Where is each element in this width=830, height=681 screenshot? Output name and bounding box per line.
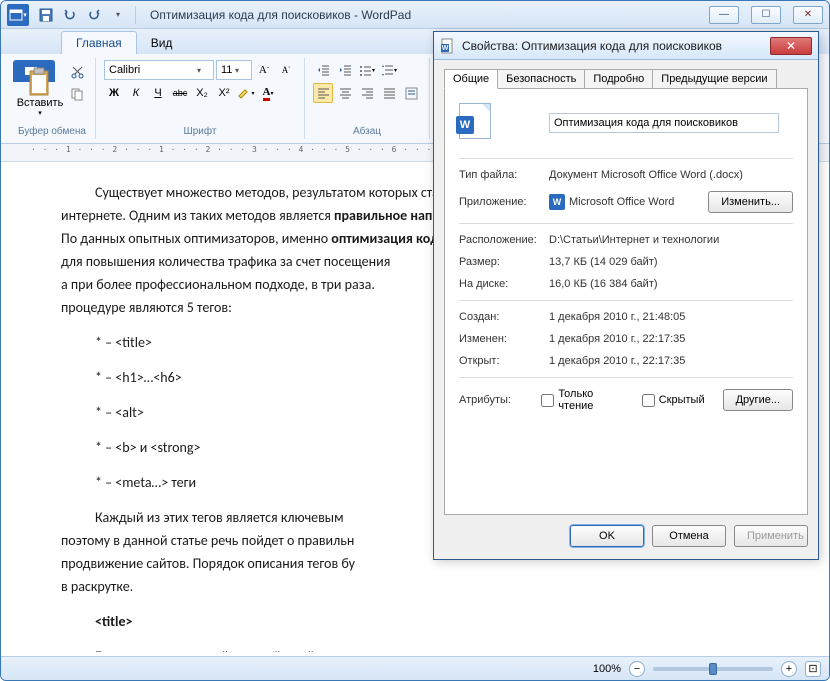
justify-icon	[383, 87, 396, 100]
indent-left-icon	[317, 64, 330, 77]
change-app-button[interactable]: Изменить...	[708, 191, 793, 213]
maximize-button[interactable]: ☐	[751, 6, 781, 24]
font-size-combo[interactable]: 11▾	[216, 60, 252, 80]
dialog-tabs: Общие Безопасность Подробно Предыдущие в…	[434, 60, 818, 88]
zoom-in-button[interactable]: +	[781, 661, 797, 677]
italic-button[interactable]: К	[126, 83, 146, 103]
cut-button[interactable]	[67, 62, 87, 82]
cancel-button[interactable]: Отмена	[652, 525, 726, 547]
readonly-checkbox[interactable]: Только чтение	[541, 388, 623, 412]
paragraph-icon	[405, 87, 418, 100]
bullets-button[interactable]: ▾	[357, 60, 377, 80]
bold-button[interactable]: Ж	[104, 83, 124, 103]
quick-access-toolbar: ▾ ▾	[7, 4, 129, 26]
dialog-body: W Тип файла:Документ Microsoft Office Wo…	[444, 88, 808, 515]
other-attrs-button[interactable]: Другие...	[723, 389, 793, 411]
align-center-icon	[339, 87, 352, 100]
font-name-combo[interactable]: Calibri▾	[104, 60, 214, 80]
titlebar: ▾ ▾ Оптимизация кода для поисковиков - W…	[1, 1, 829, 29]
copy-icon	[71, 88, 84, 101]
copy-button[interactable]	[67, 84, 87, 104]
superscript-button[interactable]: X²	[214, 83, 234, 103]
paragraph-dialog-button[interactable]	[401, 83, 421, 103]
dialog-tab-previous[interactable]: Предыдущие версии	[652, 69, 776, 89]
svg-text:W: W	[442, 45, 449, 52]
statusbar: 100% − + ⊡	[1, 656, 829, 680]
paste-button[interactable]: Вставить ▾	[17, 60, 63, 124]
save-icon[interactable]	[35, 4, 57, 26]
highlighter-icon	[237, 86, 251, 100]
dialog-titlebar[interactable]: W Свойства: Оптимизация кода для поисков…	[434, 32, 818, 60]
grow-font-button[interactable]: Aˆ	[254, 60, 274, 80]
window-title: Оптимизация кода для поисковиков - WordP…	[150, 8, 411, 22]
apply-button[interactable]: Применить	[734, 525, 808, 547]
group-font: Calibri▾ 11▾ Aˆ Aˇ Ж К Ч abc X₂ X² ▾ A▾ …	[96, 58, 305, 139]
zoom-fit-button[interactable]: ⊡	[805, 661, 821, 677]
line-spacing-icon	[381, 64, 394, 77]
doc-heading: <title>	[61, 611, 769, 632]
justify-button[interactable]	[379, 83, 399, 103]
font-color-button[interactable]: A▾	[258, 83, 278, 103]
document-icon: W	[440, 38, 456, 54]
scissors-icon	[71, 66, 84, 79]
redo-icon[interactable]	[83, 4, 105, 26]
separator	[135, 6, 136, 24]
undo-icon[interactable]	[59, 4, 81, 26]
dialog-tab-security[interactable]: Безопасность	[497, 69, 585, 89]
zoom-label: 100%	[593, 663, 621, 675]
tab-view[interactable]: Вид	[137, 32, 187, 54]
properties-dialog: W Свойства: Оптимизация кода для поисков…	[433, 31, 819, 560]
file-type-icon: W	[459, 103, 491, 139]
window-controls: — ☐ ✕	[709, 6, 823, 24]
align-right-button[interactable]	[357, 83, 377, 103]
increase-indent-button[interactable]	[335, 60, 355, 80]
underline-button[interactable]: Ч	[148, 83, 168, 103]
subscript-button[interactable]: X₂	[192, 83, 212, 103]
doc-p: в раскрутке.	[61, 576, 769, 597]
align-center-button[interactable]	[335, 83, 355, 103]
align-right-icon	[361, 87, 374, 100]
minimize-button[interactable]: —	[709, 6, 739, 24]
qat-dropdown-icon[interactable]: ▾	[107, 4, 129, 26]
word-app-icon: W	[549, 194, 565, 210]
zoom-slider[interactable]	[653, 667, 773, 671]
dialog-close-button[interactable]: ✕	[770, 37, 812, 55]
line-spacing-button[interactable]: ▾	[379, 60, 399, 80]
dialog-tab-details[interactable]: Подробно	[584, 69, 653, 89]
shrink-font-button[interactable]: Aˇ	[276, 60, 296, 80]
align-left-icon	[317, 87, 330, 100]
indent-right-icon	[339, 64, 352, 77]
group-clipboard: Вставить ▾ Буфер обмена	[9, 58, 96, 139]
ok-button[interactable]: OK	[570, 525, 644, 547]
hidden-checkbox[interactable]: Скрытый	[642, 394, 705, 407]
tab-home[interactable]: Главная	[61, 31, 137, 54]
dialog-tab-general[interactable]: Общие	[444, 69, 498, 89]
wordpad-window: ▾ ▾ Оптимизация кода для поисковиков - W…	[0, 0, 830, 681]
decrease-indent-button[interactable]	[313, 60, 333, 80]
close-button[interactable]: ✕	[793, 6, 823, 24]
strike-button[interactable]: abc	[170, 83, 190, 103]
file-menu-button[interactable]: ▾	[7, 4, 29, 26]
list-icon	[359, 64, 372, 77]
zoom-out-button[interactable]: −	[629, 661, 645, 677]
highlight-button[interactable]: ▾	[236, 83, 256, 103]
dialog-title: Свойства: Оптимизация кода для поисковик…	[462, 39, 722, 53]
dialog-footer: OK Отмена Применить	[434, 525, 818, 557]
group-paragraph: ▾ ▾ Абзац	[305, 58, 430, 139]
doc-p: Если этот тэг не самый главный в сайте, …	[61, 646, 769, 652]
align-left-button[interactable]	[313, 83, 333, 103]
filename-input[interactable]	[549, 113, 779, 133]
clipboard-icon	[27, 67, 53, 97]
